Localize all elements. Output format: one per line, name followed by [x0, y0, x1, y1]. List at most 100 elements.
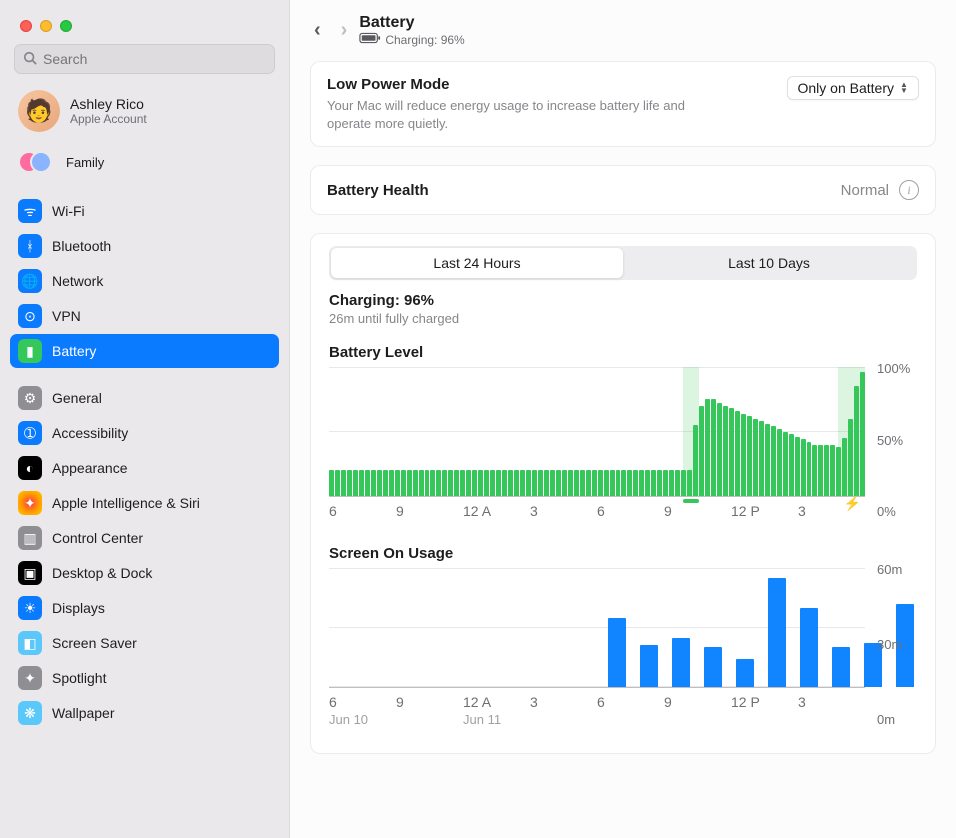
battery-bar [801, 439, 806, 496]
x-tick: 6 [597, 503, 664, 519]
battery-bar [812, 445, 817, 497]
x-tick [664, 712, 731, 727]
screen-y-axis: 60m 30m 0m [869, 562, 917, 727]
battery-bar [502, 470, 507, 496]
battery-bar [466, 470, 471, 496]
minimize-button[interactable] [40, 20, 52, 32]
battery-bar [496, 470, 501, 496]
x-tick [798, 712, 865, 727]
sidebar-item-apple-intelligence-siri[interactable]: ✦Apple Intelligence & Siri [10, 486, 279, 520]
sidebar-item-label: General [52, 390, 102, 406]
battery-bar [735, 411, 740, 496]
battery-bar [544, 470, 549, 496]
battery-bar [759, 421, 764, 496]
sidebar-item-spotlight[interactable]: ✦Spotlight [10, 661, 279, 695]
sidebar-item-label: Battery [52, 343, 96, 359]
x-tick: 9 [664, 694, 731, 710]
x-tick: 9 [396, 694, 463, 710]
sidebar-item-general[interactable]: ⚙ General [10, 381, 279, 415]
sidebar-item-desktop-dock[interactable]: ▣Desktop & Dock [10, 556, 279, 590]
avatar: 🧑 [18, 90, 60, 132]
charging-icon [359, 32, 381, 47]
battery-health-title: Battery Health [327, 182, 429, 199]
account-name: Ashley Rico [70, 96, 147, 112]
sidebar-item-bluetooth[interactable]: ᚼBluetooth [10, 229, 279, 263]
battery-icon: ▮ [18, 339, 42, 363]
battery-bar [520, 470, 525, 496]
sidebar-item-network[interactable]: 🌐Network [10, 264, 279, 298]
chevron-updown-icon: ▲▼ [900, 82, 912, 93]
battery-bar [723, 406, 728, 496]
battery-bar [580, 470, 585, 496]
battery-bar [538, 470, 543, 496]
x-tick: Jun 10 [329, 712, 396, 727]
timeframe-segmented[interactable]: Last 24 Hours Last 10 Days [329, 246, 917, 280]
battery-bar [765, 424, 770, 496]
family-icon [18, 148, 56, 176]
battery-bar [436, 470, 441, 496]
nav-forward-button[interactable]: › [341, 19, 348, 42]
battery-y-axis: 100% 50% 0% [869, 361, 917, 519]
x-tick: 6 [597, 694, 664, 710]
battery-bar [413, 470, 418, 496]
battery-bar [425, 470, 430, 496]
sidebar-item-label: Screen Saver [52, 635, 137, 651]
sidebar-list-connectivity: ᯤWi-FiᚼBluetooth🌐Network⊙VPN ▮ Battery [0, 194, 289, 369]
sidebar-item-screen-saver[interactable]: ◧Screen Saver [10, 626, 279, 660]
sidebar-item-appearance[interactable]: ◐ Appearance [10, 451, 279, 485]
battery-bar [795, 437, 800, 496]
sidebar-list-general: ⚙ General ➀Accessibility ◐ Appearance ✦Apple … [0, 381, 289, 731]
battery-bar [586, 470, 591, 496]
info-icon[interactable]: i [899, 180, 919, 200]
battery-bar [329, 470, 334, 496]
battery-bar [741, 414, 746, 497]
sidebar-item-wallpaper[interactable]: ❋Wallpaper [10, 696, 279, 730]
maximize-button[interactable] [60, 20, 72, 32]
nav-back-button[interactable]: ‹ [314, 19, 321, 42]
sidebar-item-vpn[interactable]: ⊙VPN [10, 299, 279, 333]
sidebar-item-label: Appearance [52, 460, 128, 476]
main-content: ‹ › Battery Charging: 96% Low Power Mode… [290, 0, 956, 838]
x-tick [396, 712, 463, 727]
battery-bar [490, 470, 495, 496]
gear-icon: ⚙ [18, 386, 42, 410]
battery-bar [574, 470, 579, 496]
apple-account-row[interactable]: 🧑 Ashley Rico Apple Account [10, 84, 279, 138]
low-power-title: Low Power Mode [327, 76, 707, 93]
x-tick: Jun 11 [463, 712, 530, 727]
sidebar-item-wi-fi[interactable]: ᯤWi-Fi [10, 194, 279, 228]
search-field[interactable] [14, 44, 275, 74]
screen-on-bar [704, 647, 722, 687]
header: ‹ › Battery Charging: 96% [310, 0, 936, 61]
sidebar-item-accessibility[interactable]: ➀Accessibility [10, 416, 279, 450]
battery-bar [508, 470, 513, 496]
low-power-select[interactable]: Only on Battery ▲▼ [787, 76, 920, 100]
battery-level-chart: ⚡ 100% 50% 0% 6912 A36912 P3 [329, 367, 917, 519]
tab-last-10d[interactable]: Last 10 Days [623, 248, 915, 278]
screen-x-days: Jun 10 Jun 11 [329, 712, 865, 727]
search-input[interactable] [43, 51, 266, 67]
appearance-icon: ◐ [18, 456, 42, 480]
family-row[interactable]: Family [10, 142, 279, 182]
battery-bar [514, 470, 519, 496]
battery-bar [777, 429, 782, 496]
battery-bar [526, 470, 531, 496]
battery-bar [389, 470, 394, 496]
low-power-desc: Your Mac will reduce energy usage to inc… [327, 97, 707, 132]
battery-bar [448, 470, 453, 496]
spotlight-icon: ✦ [18, 666, 42, 690]
sidebar-item-battery[interactable]: ▮ Battery [10, 334, 279, 368]
close-button[interactable] [20, 20, 32, 32]
tab-last-24h[interactable]: Last 24 Hours [331, 248, 623, 278]
battery-bar [669, 470, 674, 496]
battery-bar [639, 470, 644, 496]
screen-on-bar [768, 578, 786, 687]
sidebar-item-displays[interactable]: ☀Displays [10, 591, 279, 625]
x-tick: 3 [530, 503, 597, 519]
sidebar-item-control-center[interactable]: ▥Control Center [10, 521, 279, 555]
siri-icon: ✦ [18, 491, 42, 515]
bluetooth-icon: ᚼ [18, 234, 42, 258]
sidebar-item-label: Wallpaper [52, 705, 115, 721]
battery-bar [645, 470, 650, 496]
battery-bar [610, 470, 615, 496]
